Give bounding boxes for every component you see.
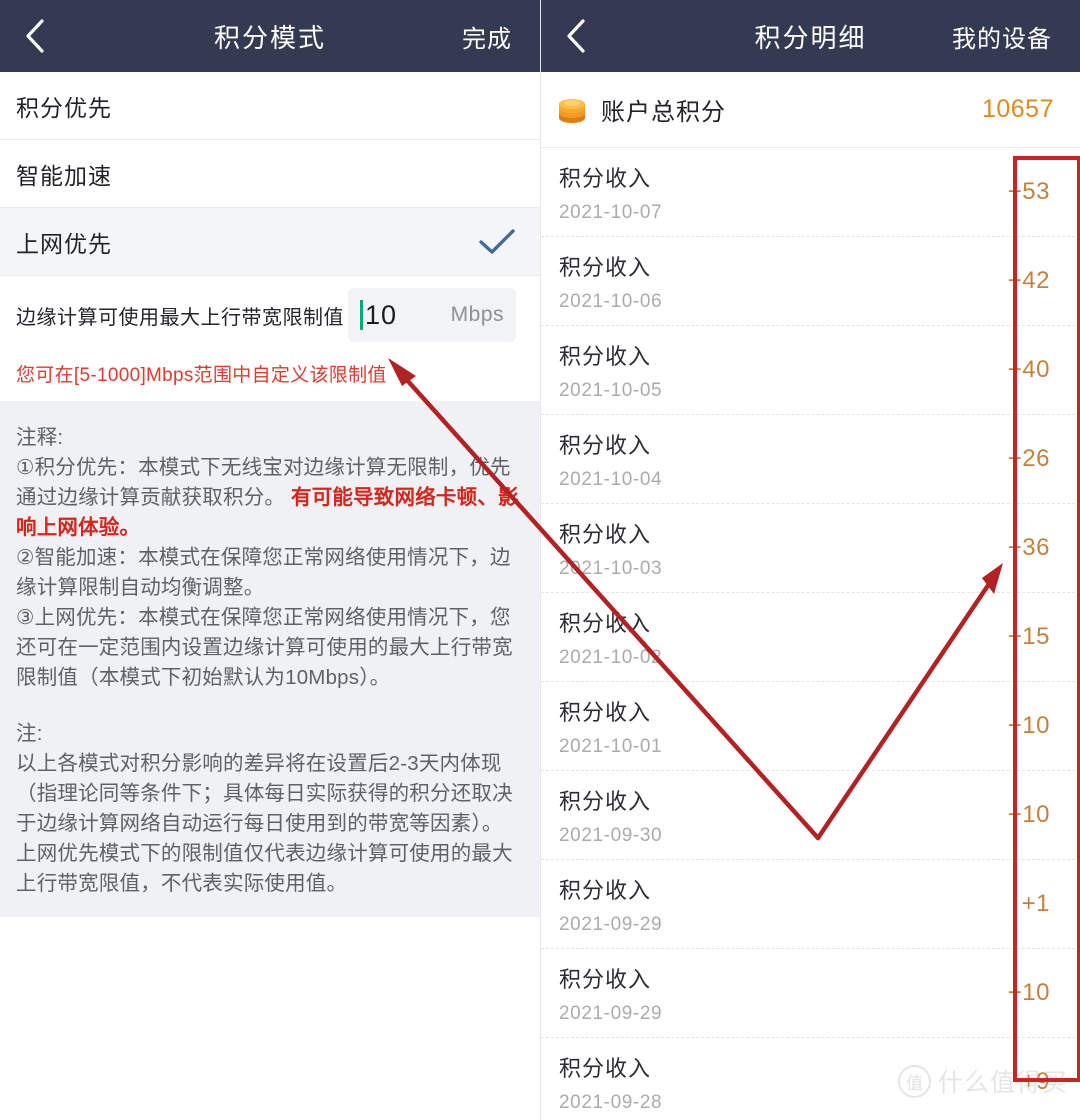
watermark-text: 什么值得买	[938, 1069, 1069, 1097]
right-navbar: 积分明细 我的设备	[541, 0, 1080, 72]
my-device-button[interactable]: 我的设备	[952, 19, 1052, 54]
mode-option-points-priority[interactable]: 积分优先	[0, 72, 540, 140]
record-texts: 积分收入 2021-10-06	[559, 250, 662, 313]
notes-heading: 注释:	[16, 426, 64, 449]
record-title: 积分收入	[559, 610, 652, 636]
record-texts: 积分收入 2021-09-28	[559, 1051, 662, 1114]
record-date: 2021-09-30	[559, 824, 663, 846]
record-amount: +10	[1007, 801, 1050, 828]
table-row[interactable]: 积分收入 2021-09-29 +10	[541, 949, 1080, 1038]
record-texts: 积分收入 2021-09-29	[559, 873, 662, 936]
screenshot-root: 积分模式 完成 积分优先 智能加速 上网优先 边缘计算可使用最大上行带宽限制值	[0, 0, 1080, 1120]
record-title: 积分收入	[559, 966, 652, 992]
mode-label: 智能加速	[16, 162, 112, 189]
record-texts: 积分收入 2021-10-01	[559, 695, 662, 758]
record-title: 积分收入	[559, 699, 652, 725]
record-title: 积分收入	[559, 877, 652, 903]
bandwidth-hint: 您可在[5-1000]Mbps范围中自定义该限制值	[0, 354, 540, 401]
table-row[interactable]: 积分收入 2021-10-03 +36	[541, 504, 1080, 593]
record-title: 积分收入	[559, 165, 652, 191]
table-row[interactable]: 积分收入 2021-10-07 +53	[541, 148, 1080, 237]
chevron-left-icon	[24, 17, 46, 55]
record-amount: +53	[1007, 178, 1050, 205]
points-mode-panel: 积分模式 完成 积分优先 智能加速 上网优先 边缘计算可使用最大上行带宽限制值	[0, 0, 540, 1120]
record-title: 积分收入	[559, 1055, 652, 1081]
record-date: 2021-10-03	[559, 557, 663, 579]
record-texts: 积分收入 2021-10-03	[559, 517, 662, 580]
record-amount: +40	[1007, 356, 1050, 383]
record-date: 2021-09-28	[559, 1091, 663, 1113]
watermark-badge: 值	[898, 1064, 931, 1098]
back-button[interactable]	[0, 0, 70, 72]
bandwidth-input[interactable]: 10 Mbps	[348, 288, 516, 342]
mode-list: 积分优先 智能加速 上网优先 边缘计算可使用最大上行带宽限制值 10 Mbps …	[0, 72, 540, 401]
record-texts: 积分收入 2021-10-05	[559, 339, 662, 402]
notes-section: 注释: ①积分优先：本模式下无线宝对边缘计算无限制，优先通过边缘计算贡献获取积分…	[0, 401, 540, 917]
chevron-left-icon	[565, 17, 587, 55]
bandwidth-limit-row: 边缘计算可使用最大上行带宽限制值 10 Mbps	[0, 276, 540, 354]
points-records-list: 积分收入 2021-10-07 +53 积分收入 2021-10-06 +42 …	[541, 148, 1080, 1120]
bandwidth-input-value: 10	[365, 299, 398, 330]
coin-stack-icon	[555, 93, 589, 127]
notes-note-1: 以上各模式对积分影响的差异将在设置后2-3天内体现（指理论同等条件下；具体每日实…	[16, 752, 513, 835]
mode-option-network-priority[interactable]: 上网优先	[0, 208, 540, 276]
page-title: 积分模式	[213, 22, 326, 53]
record-amount: +10	[1007, 712, 1050, 739]
record-amount: +36	[1007, 534, 1050, 561]
record-title: 积分收入	[559, 521, 652, 547]
record-title: 积分收入	[559, 343, 652, 369]
mode-option-smart-accelerate[interactable]: 智能加速	[0, 140, 540, 208]
record-date: 2021-10-04	[559, 468, 663, 490]
record-texts: 积分收入 2021-10-02	[559, 606, 662, 669]
left-navbar: 积分模式 完成	[0, 0, 540, 72]
points-detail-panel: 积分明细 我的设备 账户总积分 10657 积分收入 2021-10-07 +5…	[540, 0, 1080, 1120]
record-amount: +10	[1007, 979, 1050, 1006]
record-texts: 积分收入 2021-09-30	[559, 784, 662, 847]
record-texts: 积分收入 2021-10-07	[559, 161, 662, 224]
notes-item-3: ③上网优先：本模式在保障您正常网络使用情况下，您还可在一定范围内设置边缘计算可使…	[16, 606, 513, 689]
record-date: 2021-10-07	[559, 201, 663, 223]
table-row[interactable]: 积分收入 2021-10-04 +26	[541, 415, 1080, 504]
check-icon	[478, 228, 516, 256]
table-row[interactable]: 积分收入 2021-10-02 +15	[541, 593, 1080, 682]
done-button[interactable]: 完成	[462, 19, 512, 54]
record-amount: +15	[1007, 623, 1050, 650]
record-title: 积分收入	[559, 254, 652, 280]
record-date: 2021-10-05	[559, 379, 663, 401]
record-date: 2021-10-02	[559, 646, 663, 668]
record-date: 2021-10-01	[559, 735, 663, 757]
record-date: 2021-09-29	[559, 1002, 663, 1024]
total-points-label: 账户总积分	[601, 99, 726, 126]
table-row[interactable]: 积分收入 2021-10-05 +40	[541, 326, 1080, 415]
record-amount: +1	[1021, 890, 1050, 917]
text-cursor	[360, 300, 363, 330]
mode-label: 上网优先	[16, 230, 112, 257]
table-row[interactable]: 积分收入 2021-09-30 +10	[541, 771, 1080, 860]
record-date: 2021-10-06	[559, 290, 663, 312]
notes-item-1: ①积分优先：本模式下无线宝对边缘计算无限制，优先通过边缘计算贡献获取积分。 有可…	[16, 453, 524, 543]
record-title: 积分收入	[559, 432, 652, 458]
mode-label: 积分优先	[16, 94, 112, 121]
table-row[interactable]: 积分收入 2021-09-29 +1	[541, 860, 1080, 949]
bandwidth-unit-label: Mbps	[450, 303, 504, 326]
total-points-row: 账户总积分 10657	[541, 72, 1080, 148]
notes-note-2: 上网优先模式下的限制值仅代表边缘计算可使用的最大上行带宽限值，不代表实际使用值。	[16, 842, 513, 895]
watermark: 值 什么值得买	[898, 1063, 1068, 1099]
record-texts: 积分收入 2021-09-29	[559, 962, 662, 1025]
record-amount: +26	[1007, 445, 1050, 472]
table-row[interactable]: 积分收入 2021-10-06 +42	[541, 237, 1080, 326]
notes-spacer	[16, 693, 524, 719]
table-row[interactable]: 积分收入 2021-10-01 +10	[541, 682, 1080, 771]
notes-item-2: ②智能加速：本模式在保障您正常网络使用情况下，边缘计算限制自动均衡调整。	[16, 546, 511, 599]
total-points-value: 10657	[981, 95, 1054, 123]
bandwidth-limit-label: 边缘计算可使用最大上行带宽限制值	[16, 306, 344, 329]
record-texts: 积分收入 2021-10-04	[559, 428, 662, 491]
notes-heading-2: 注:	[16, 722, 43, 745]
record-title: 积分收入	[559, 788, 652, 814]
record-amount: +42	[1007, 267, 1050, 294]
record-date: 2021-09-29	[559, 913, 663, 935]
back-button[interactable]	[541, 0, 611, 72]
